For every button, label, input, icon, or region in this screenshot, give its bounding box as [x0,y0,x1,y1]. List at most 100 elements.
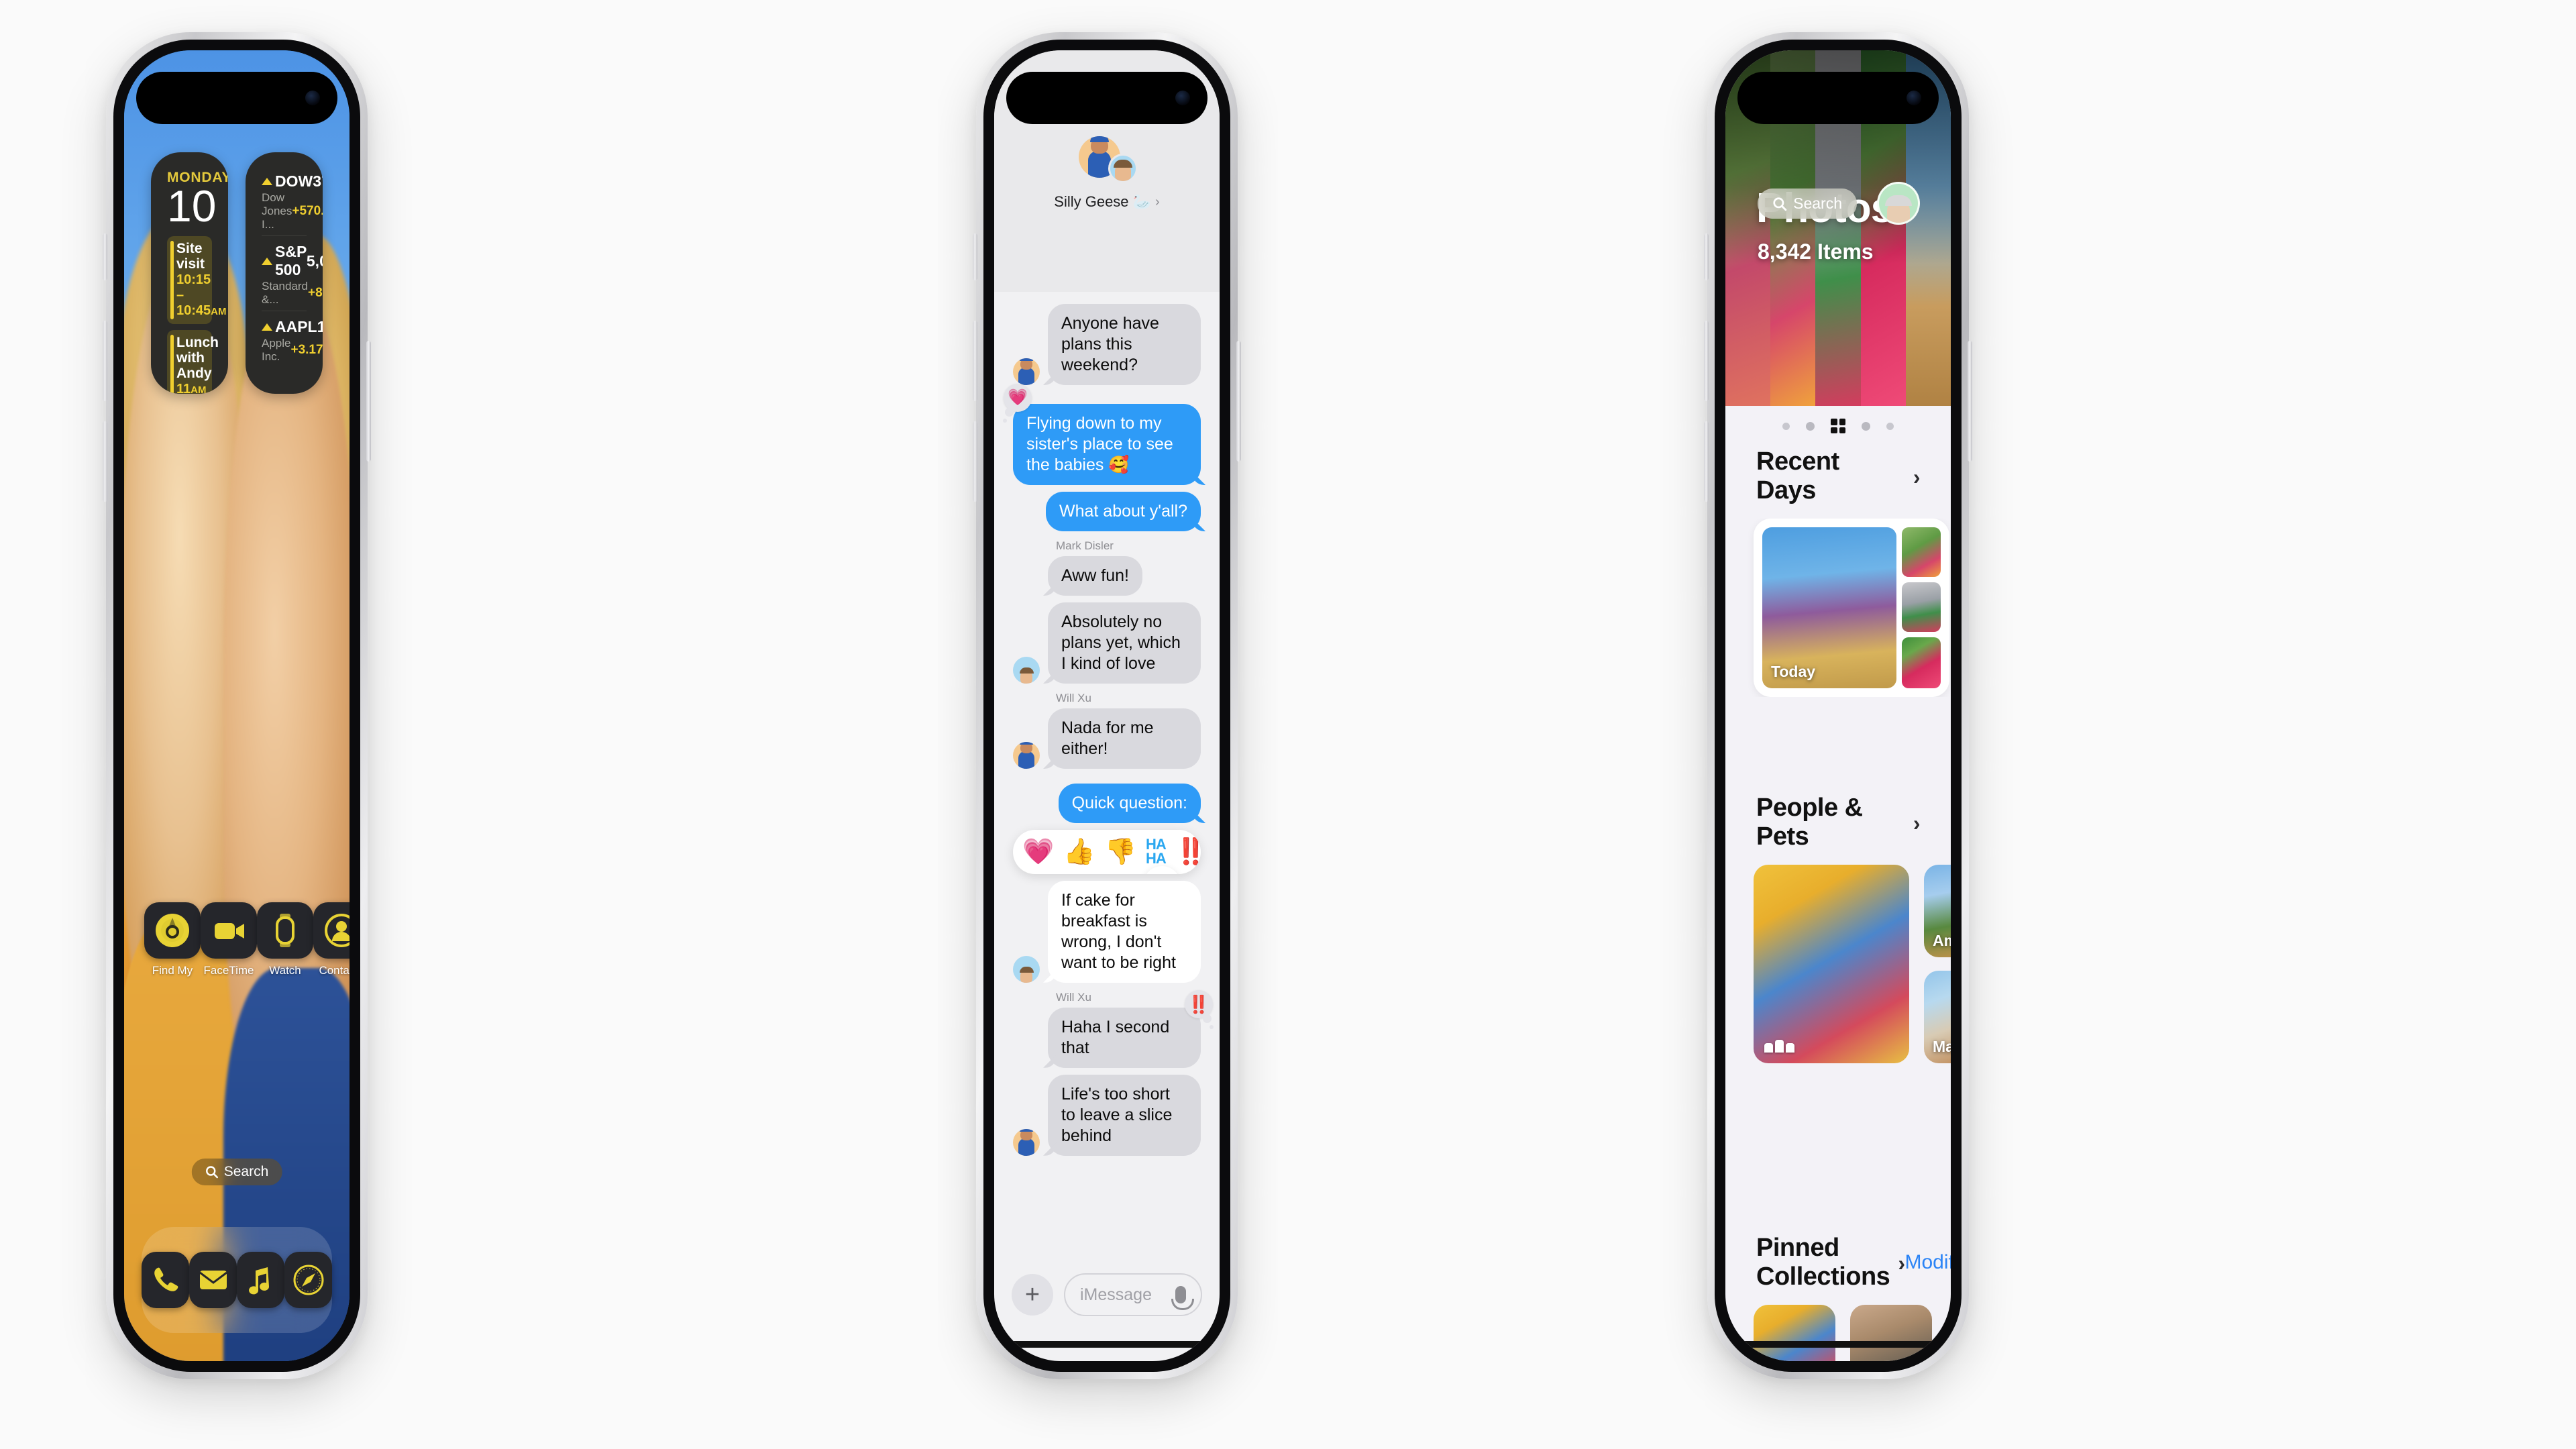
group-name[interactable]: Silly Geese 🦢 › [994,193,1220,211]
message-bubble[interactable]: Anyone have plans this weekend? [1048,304,1201,385]
message-bubble[interactable]: Nada for me either! [1048,708,1201,769]
tapback-option-thumbsup[interactable]: 👍 [1063,839,1095,865]
message-bubble[interactable]: Haha I second that ‼️ [1048,989,1214,1068]
home-search-button[interactable]: Search [191,1159,282,1185]
avatar [1013,742,1040,769]
stock-change: +3.17 [290,343,323,357]
safari-icon[interactable] [284,1252,332,1308]
section-title[interactable]: Recent Days › [1756,447,1921,505]
stocks-widget[interactable]: DOW 37,816 Dow Jones I... +570.17 S&P 50… [246,152,323,394]
collection-tile[interactable] [1754,1305,1835,1361]
profile-avatar-icon[interactable] [1877,182,1920,225]
page-dot[interactable] [1806,421,1815,431]
music-icon[interactable] [237,1252,284,1308]
volume-up-button[interactable] [973,321,977,401]
stock-row[interactable]: S&P 500 5,036 Standard &... +80.48 [262,235,323,311]
photo-tile[interactable] [1902,637,1941,688]
microphone-icon[interactable] [1171,1286,1194,1310]
message-bubble[interactable]: If cake for breakfast is wrong, I don't … [1048,880,1201,983]
dynamic-island[interactable] [136,72,337,124]
message-bubble[interactable]: 💗 Flying down to my sister's place to se… [1003,384,1201,485]
tapback-reaction[interactable]: ‼️ [1185,989,1214,1029]
tapback-reaction[interactable]: 💗 [1003,384,1032,423]
message-row: Absolutely no plans yet, which I kind of… [1013,602,1201,684]
chevron-right-icon: › [1913,464,1921,489]
collection-tile-map[interactable]: Meerut Ghaz Delhi [1947,1305,1951,1361]
person-card[interactable]: Amit [1924,865,1951,957]
add-sticker-icon[interactable]: + [1143,865,1181,874]
collection-tile[interactable] [1850,1305,1932,1361]
message-bubble[interactable]: What about y'all? [1046,492,1201,531]
page-dot[interactable] [1886,422,1894,430]
home-indicator[interactable] [1006,1341,1208,1348]
people-pets-row[interactable]: Amit Maya [1725,865,1951,1063]
grid-view-icon[interactable] [1831,419,1845,433]
power-button[interactable] [1968,341,1972,462]
calendar-widget[interactable]: MONDAY 10 Site visit 10:15 – 10:45AM Lun… [151,152,228,394]
section-title[interactable]: People & Pets › [1756,794,1921,851]
volume-up-button[interactable] [1704,321,1709,401]
message-bubble[interactable]: Life's too short to leave a slice behind [1048,1074,1201,1156]
stock-row[interactable]: AAPL 170.33 Apple Inc. +3.17 [262,311,323,368]
volume-up-button[interactable] [103,321,107,401]
page-dot[interactable] [1862,421,1870,431]
silent-switch[interactable] [103,233,107,280]
app-watch[interactable]: Watch [257,902,313,977]
findmy-icon [144,902,201,959]
people-group-card[interactable] [1754,865,1909,1063]
phone-device-messages: Silly Geese 🦢 › 9:41 [973,32,1241,1379]
photos-search-button[interactable]: Search [1758,189,1857,219]
silent-switch[interactable] [973,233,977,280]
calendar-event-time: 10:15 – 10:45AM [176,272,227,318]
phone-icon[interactable] [142,1252,189,1308]
pinned-collections-row[interactable]: Meerut Ghaz Delhi [1725,1305,1951,1361]
message-bubble[interactable]: Quick question: [1058,784,1201,823]
app-facetime[interactable]: FaceTime [201,902,257,977]
photo-tile[interactable] [1902,527,1941,577]
home-indicator[interactable] [1737,1341,1939,1348]
stock-row[interactable]: DOW 37,816 Dow Jones I... +570.17 [262,170,323,235]
dynamic-island[interactable] [1737,72,1939,124]
tapback-option-haha[interactable]: HA HA [1146,837,1167,866]
message-sender: Will Xu [1056,692,1091,704]
photo-tile[interactable] [1902,582,1941,632]
app-label: FaceTime [203,964,254,977]
power-button[interactable] [366,341,371,462]
chevron-right-icon: › [1913,810,1921,835]
silent-switch[interactable] [1704,233,1709,280]
calendar-event[interactable]: Lunch with Andy 11AM – 12PM [167,329,219,394]
page-dot[interactable] [1782,422,1790,430]
tapback-option-heart[interactable]: 💗 [1022,839,1054,865]
calendar-event[interactable]: Site visit 10:15 – 10:45AM [167,235,227,324]
calendar-event-title: Site visit [176,240,205,272]
person-card[interactable]: Maya [1924,971,1951,1063]
avatar [1013,955,1040,983]
volume-down-button[interactable] [1704,421,1709,502]
dynamic-island[interactable] [1006,72,1208,124]
page-dots[interactable] [1725,413,1951,439]
recent-days-row[interactable]: Today Yesterday [1725,519,1951,697]
app-contacts[interactable]: Contacts [313,902,350,977]
stock-symbol: AAPL [275,318,317,335]
message-bubble[interactable]: Absolutely no plans yet, which I kind of… [1048,602,1201,684]
mail-icon[interactable] [189,1252,237,1308]
message-thread[interactable]: Anyone have plans this weekend? 💗 Flying… [994,292,1220,1248]
volume-down-button[interactable] [103,421,107,502]
section-title[interactable]: Pinned Collections › [1756,1234,1905,1291]
message-row: Quick question: [1013,784,1201,823]
photo-tile[interactable]: Today [1762,527,1896,688]
app-find-my[interactable]: Find My [144,902,201,977]
message-bubble[interactable]: Aww fun! [1048,556,1142,596]
power-button[interactable] [1236,341,1241,462]
tapback-picker[interactable]: 💗 👍 👎 HAHA ‼️ ❓ 🍰 🙂 + [1013,830,1201,874]
group-avatars[interactable] [1076,136,1138,189]
modify-button[interactable]: Modify [1904,1251,1951,1274]
app-label: Find My [152,964,193,977]
plus-icon[interactable]: + [1012,1274,1053,1316]
tapback-option-thumbsdown[interactable]: 👎 [1105,839,1136,865]
tapback-option-exclaim[interactable]: ‼️ [1175,839,1201,865]
message-input[interactable]: iMessage [1064,1273,1202,1316]
recent-day-card[interactable]: Today [1754,519,1949,697]
avatar [1013,358,1040,385]
volume-down-button[interactable] [973,421,977,502]
